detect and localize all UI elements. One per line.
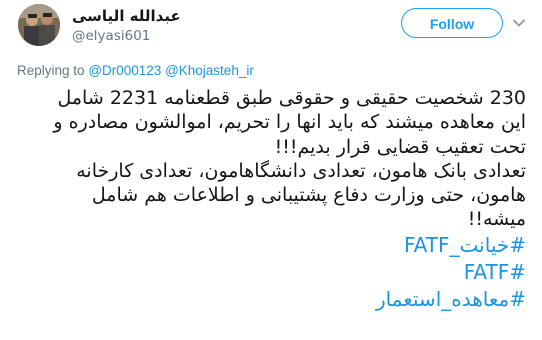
hashtag-link[interactable]: #FATF bbox=[18, 259, 526, 286]
avatar-photo-icon bbox=[18, 4, 60, 46]
author-handle[interactable]: @elyasi601 bbox=[72, 27, 150, 45]
hashtag-link[interactable]: #معاهده_استعمار bbox=[18, 286, 526, 313]
mention-link[interactable]: @Dr000123 bbox=[88, 63, 161, 78]
author-display-name[interactable]: عبدالله الیاسی bbox=[72, 6, 181, 26]
tweet-line: میشه!! bbox=[467, 208, 526, 231]
tweet-line: 230 شخصیت حقیقی و حقوقی طبق قطعنامه 2231… bbox=[57, 87, 526, 109]
tweet-line: تعدادی بانک هامون، تعدادی دانشگاهامون، ت… bbox=[76, 159, 526, 182]
tweet-line: این معاهده میشند که باید انها را تحریم، … bbox=[53, 111, 526, 134]
follow-button[interactable]: Follow bbox=[401, 8, 503, 38]
mention-link[interactable]: @Khojasteh_ir bbox=[165, 63, 254, 78]
chevron-down-icon[interactable] bbox=[512, 16, 526, 30]
hashtag-link[interactable]: #خیانت_FATF bbox=[18, 232, 526, 259]
replying-to-label: Replying to bbox=[17, 63, 85, 78]
tweet-line: تحت تعقیب قضایی قرار بدیم!!! bbox=[274, 135, 526, 158]
replying-to: Replying to @Dr000123 @Khojasteh_ir bbox=[17, 62, 254, 79]
avatar[interactable] bbox=[18, 4, 60, 46]
tweet-line: هامون، حتی وزارت دفاع پشتیبانی و اطلاعات… bbox=[91, 184, 526, 207]
tweet-text: 230 شخصیت حقیقی و حقوقی طبق قطعنامه 2231… bbox=[18, 86, 526, 313]
